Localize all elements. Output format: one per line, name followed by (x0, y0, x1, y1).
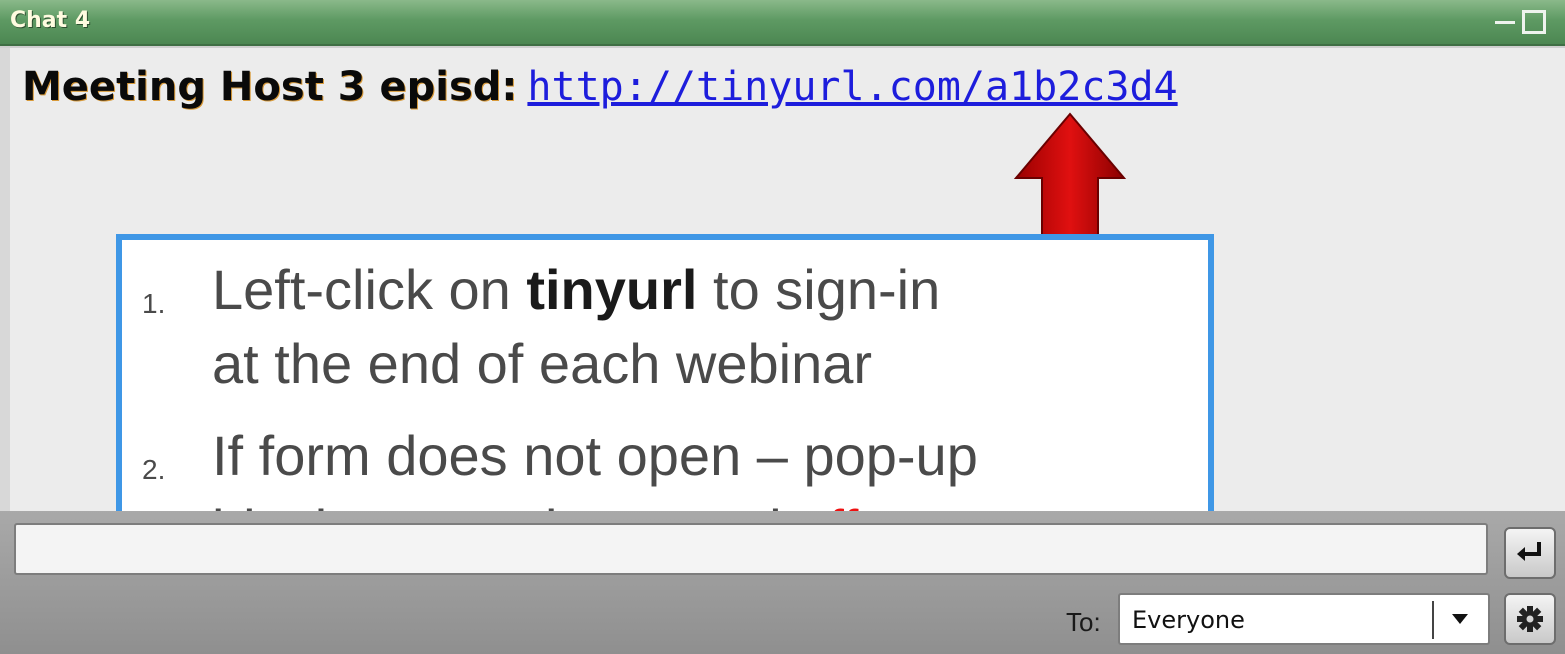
item-number: 2. (142, 454, 166, 485)
tinyurl-link[interactable]: http://tinyurl.com/a1b2c3d4 (527, 64, 1177, 110)
settings-button[interactable] (1504, 593, 1556, 645)
to-label: To: (1066, 607, 1101, 637)
chat-composer: To: Everyone (0, 511, 1565, 654)
gear-icon (1517, 606, 1543, 632)
minimize-icon[interactable] (1493, 10, 1517, 34)
enter-icon (1517, 542, 1541, 561)
instruction-line: at the end of each webinar (212, 332, 873, 395)
bold-keyword: tinyurl (526, 258, 698, 321)
chevron-down-icon[interactable] (1450, 612, 1470, 626)
text-span: Left-click on (212, 258, 527, 321)
chat-message: Meeting Host 3 episd: http://tinyurl.com/… (22, 64, 1178, 110)
maximize-icon[interactable] (1522, 10, 1546, 34)
instruction-line: If form does not open – pop-up (212, 424, 978, 487)
dropdown-divider (1432, 601, 1434, 639)
text-span: to sign-in (697, 258, 941, 321)
item-number: 1. (142, 288, 166, 319)
message-sender: Meeting Host 3 episd: (22, 64, 518, 110)
arrow-up-icon (1013, 112, 1127, 247)
chat-title-bar[interactable]: Chat 4 (0, 0, 1565, 46)
window-title: Chat 4 (10, 8, 91, 33)
instruction-line: Left-click on tinyurl to sign-in (212, 258, 940, 322)
recipient-value: Everyone (1132, 606, 1245, 634)
recipient-dropdown[interactable]: Everyone (1118, 593, 1490, 645)
message-input[interactable] (14, 523, 1488, 575)
send-button[interactable] (1504, 527, 1556, 579)
